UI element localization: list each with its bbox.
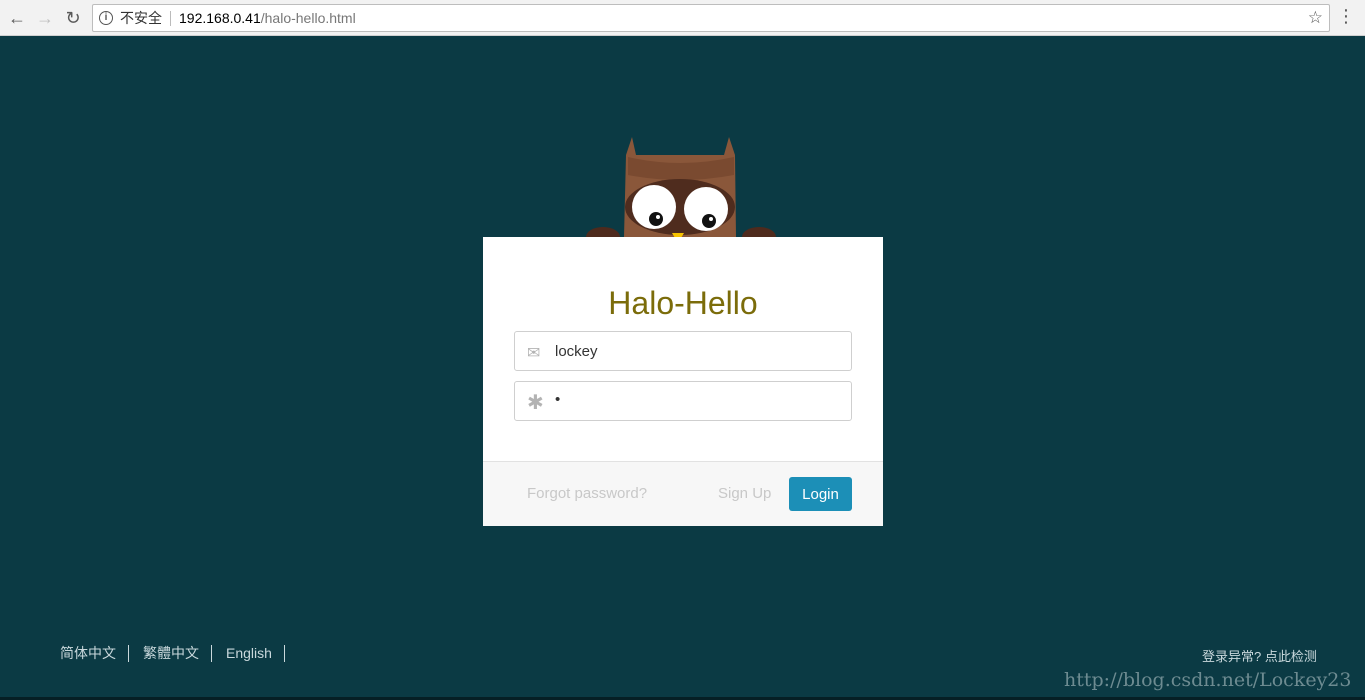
login-card: Halo-Hello ✉ ✱ • Forgot password? Sign U…	[483, 237, 883, 526]
url-host: 192.168.0.41	[179, 10, 261, 26]
password-field[interactable]: ✱ •	[514, 381, 852, 421]
bookmark-star-icon[interactable]: ☆	[1308, 5, 1323, 31]
page-title: Halo-Hello	[608, 285, 758, 321]
address-bar[interactable]: i 不安全 192.168.0.41/halo-hello.html ☆	[92, 4, 1330, 32]
language-simplified-chinese[interactable]: 简体中文	[60, 645, 129, 662]
language-english[interactable]: English	[212, 645, 285, 662]
username-input[interactable]	[555, 340, 835, 362]
browser-toolbar: ← → ↻ i 不安全 192.168.0.41/halo-hello.html…	[0, 0, 1365, 36]
username-field[interactable]: ✉	[514, 331, 852, 371]
info-icon[interactable]: i	[99, 11, 113, 25]
security-label: 不安全	[120, 10, 162, 26]
login-check-link[interactable]: 登录异常? 点此检测	[1202, 646, 1317, 665]
watermark: http://blog.csdn.net/Lockey23	[1064, 669, 1352, 691]
language-switcher: 简体中文 繁體中文 English	[60, 645, 285, 662]
owl-mascot-icon	[586, 137, 776, 247]
password-input[interactable]: •	[555, 391, 560, 408]
divider	[170, 11, 171, 26]
forward-icon[interactable]: →	[34, 7, 56, 29]
url-path: /halo-hello.html	[260, 10, 356, 26]
url-text[interactable]: 192.168.0.41/halo-hello.html	[179, 5, 356, 31]
menu-icon[interactable]: ⋮	[1337, 6, 1355, 27]
reload-icon[interactable]: ↻	[62, 7, 84, 29]
card-footer: Forgot password? Sign Up Login	[483, 461, 883, 526]
forgot-password-link[interactable]: Forgot password?	[527, 485, 647, 502]
asterisk-icon: ✱	[527, 392, 544, 414]
login-button[interactable]: Login	[789, 477, 852, 511]
sign-up-link[interactable]: Sign Up	[718, 485, 771, 502]
envelope-icon: ✉	[527, 345, 541, 362]
language-traditional-chinese[interactable]: 繁體中文	[129, 645, 212, 662]
back-icon[interactable]: ←	[6, 7, 28, 29]
